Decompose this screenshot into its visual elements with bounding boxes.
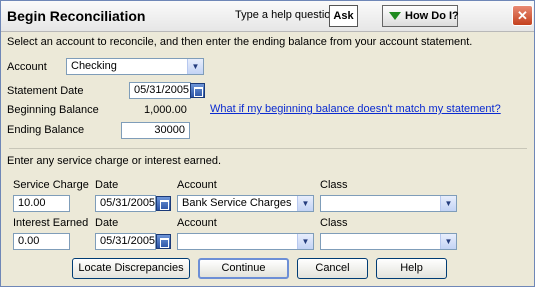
service-account-dropdown[interactable]: Bank Service Charges ▼ bbox=[177, 195, 314, 212]
divider bbox=[9, 148, 527, 149]
begin-reconciliation-window: Begin Reconciliation Type a help questio… bbox=[0, 0, 535, 287]
service-section-text: Enter any service charge or interest ear… bbox=[7, 155, 222, 167]
cancel-button[interactable]: Cancel bbox=[297, 258, 368, 279]
interest-class-label: Class bbox=[320, 217, 348, 229]
how-do-i-button[interactable]: How Do I? bbox=[382, 5, 459, 27]
close-button[interactable]: ✕ bbox=[512, 5, 533, 26]
title-bar: Begin Reconciliation Type a help questio… bbox=[1, 1, 534, 32]
beginning-balance-value: 1,000.00 bbox=[144, 104, 187, 116]
calendar-icon[interactable] bbox=[156, 234, 171, 249]
service-date-field[interactable]: 05/31/2005 bbox=[95, 195, 156, 212]
balance-mismatch-link[interactable]: What if my beginning balance doesn't mat… bbox=[210, 103, 501, 115]
interest-amount-field[interactable]: 0.00 bbox=[13, 233, 70, 250]
interest-earned-label: Interest Earned bbox=[13, 217, 89, 229]
ask-button[interactable]: Ask bbox=[329, 5, 358, 27]
interest-account-dropdown[interactable]: ▼ bbox=[177, 233, 314, 250]
help-button[interactable]: Help bbox=[376, 258, 447, 279]
service-account-value: Bank Service Charges bbox=[182, 197, 292, 209]
triangle-down-icon bbox=[389, 12, 401, 20]
chevron-down-icon[interactable]: ▼ bbox=[440, 196, 456, 211]
service-charge-label: Service Charge bbox=[13, 179, 89, 191]
interest-account-label: Account bbox=[177, 217, 217, 229]
statement-date-label: Statement Date bbox=[7, 85, 84, 97]
chevron-down-icon[interactable]: ▼ bbox=[440, 234, 456, 249]
chevron-down-icon[interactable]: ▼ bbox=[297, 196, 313, 211]
help-question-label[interactable]: Type a help question bbox=[235, 9, 337, 21]
service-charge-amount-field[interactable]: 10.00 bbox=[13, 195, 70, 212]
service-class-dropdown[interactable]: ▼ bbox=[320, 195, 457, 212]
calendar-icon[interactable] bbox=[156, 196, 171, 211]
instruction-text: Select an account to reconcile, and then… bbox=[7, 36, 473, 48]
ending-balance-field[interactable]: 30000 bbox=[121, 122, 190, 139]
service-class-label: Class bbox=[320, 179, 348, 191]
service-account-label: Account bbox=[177, 179, 217, 191]
account-label: Account bbox=[7, 61, 47, 73]
window-title: Begin Reconciliation bbox=[7, 8, 146, 24]
continue-button[interactable]: Continue bbox=[198, 258, 289, 279]
statement-date-field[interactable]: 05/31/2005 bbox=[129, 82, 191, 99]
chevron-down-icon[interactable]: ▼ bbox=[297, 234, 313, 249]
account-dropdown[interactable]: Checking ▼ bbox=[66, 58, 204, 75]
how-do-i-label: How Do I? bbox=[405, 10, 459, 22]
calendar-icon[interactable] bbox=[190, 83, 205, 98]
interest-class-dropdown[interactable]: ▼ bbox=[320, 233, 457, 250]
chevron-down-icon[interactable]: ▼ bbox=[187, 59, 203, 74]
service-date-label: Date bbox=[95, 179, 119, 191]
interest-date-field[interactable]: 05/31/2005 bbox=[95, 233, 156, 250]
ending-balance-label: Ending Balance bbox=[7, 124, 85, 136]
locate-discrepancies-button[interactable]: Locate Discrepancies bbox=[72, 258, 190, 279]
interest-date-label: Date bbox=[95, 217, 119, 229]
beginning-balance-label: Beginning Balance bbox=[7, 104, 99, 116]
account-value: Checking bbox=[71, 60, 117, 72]
